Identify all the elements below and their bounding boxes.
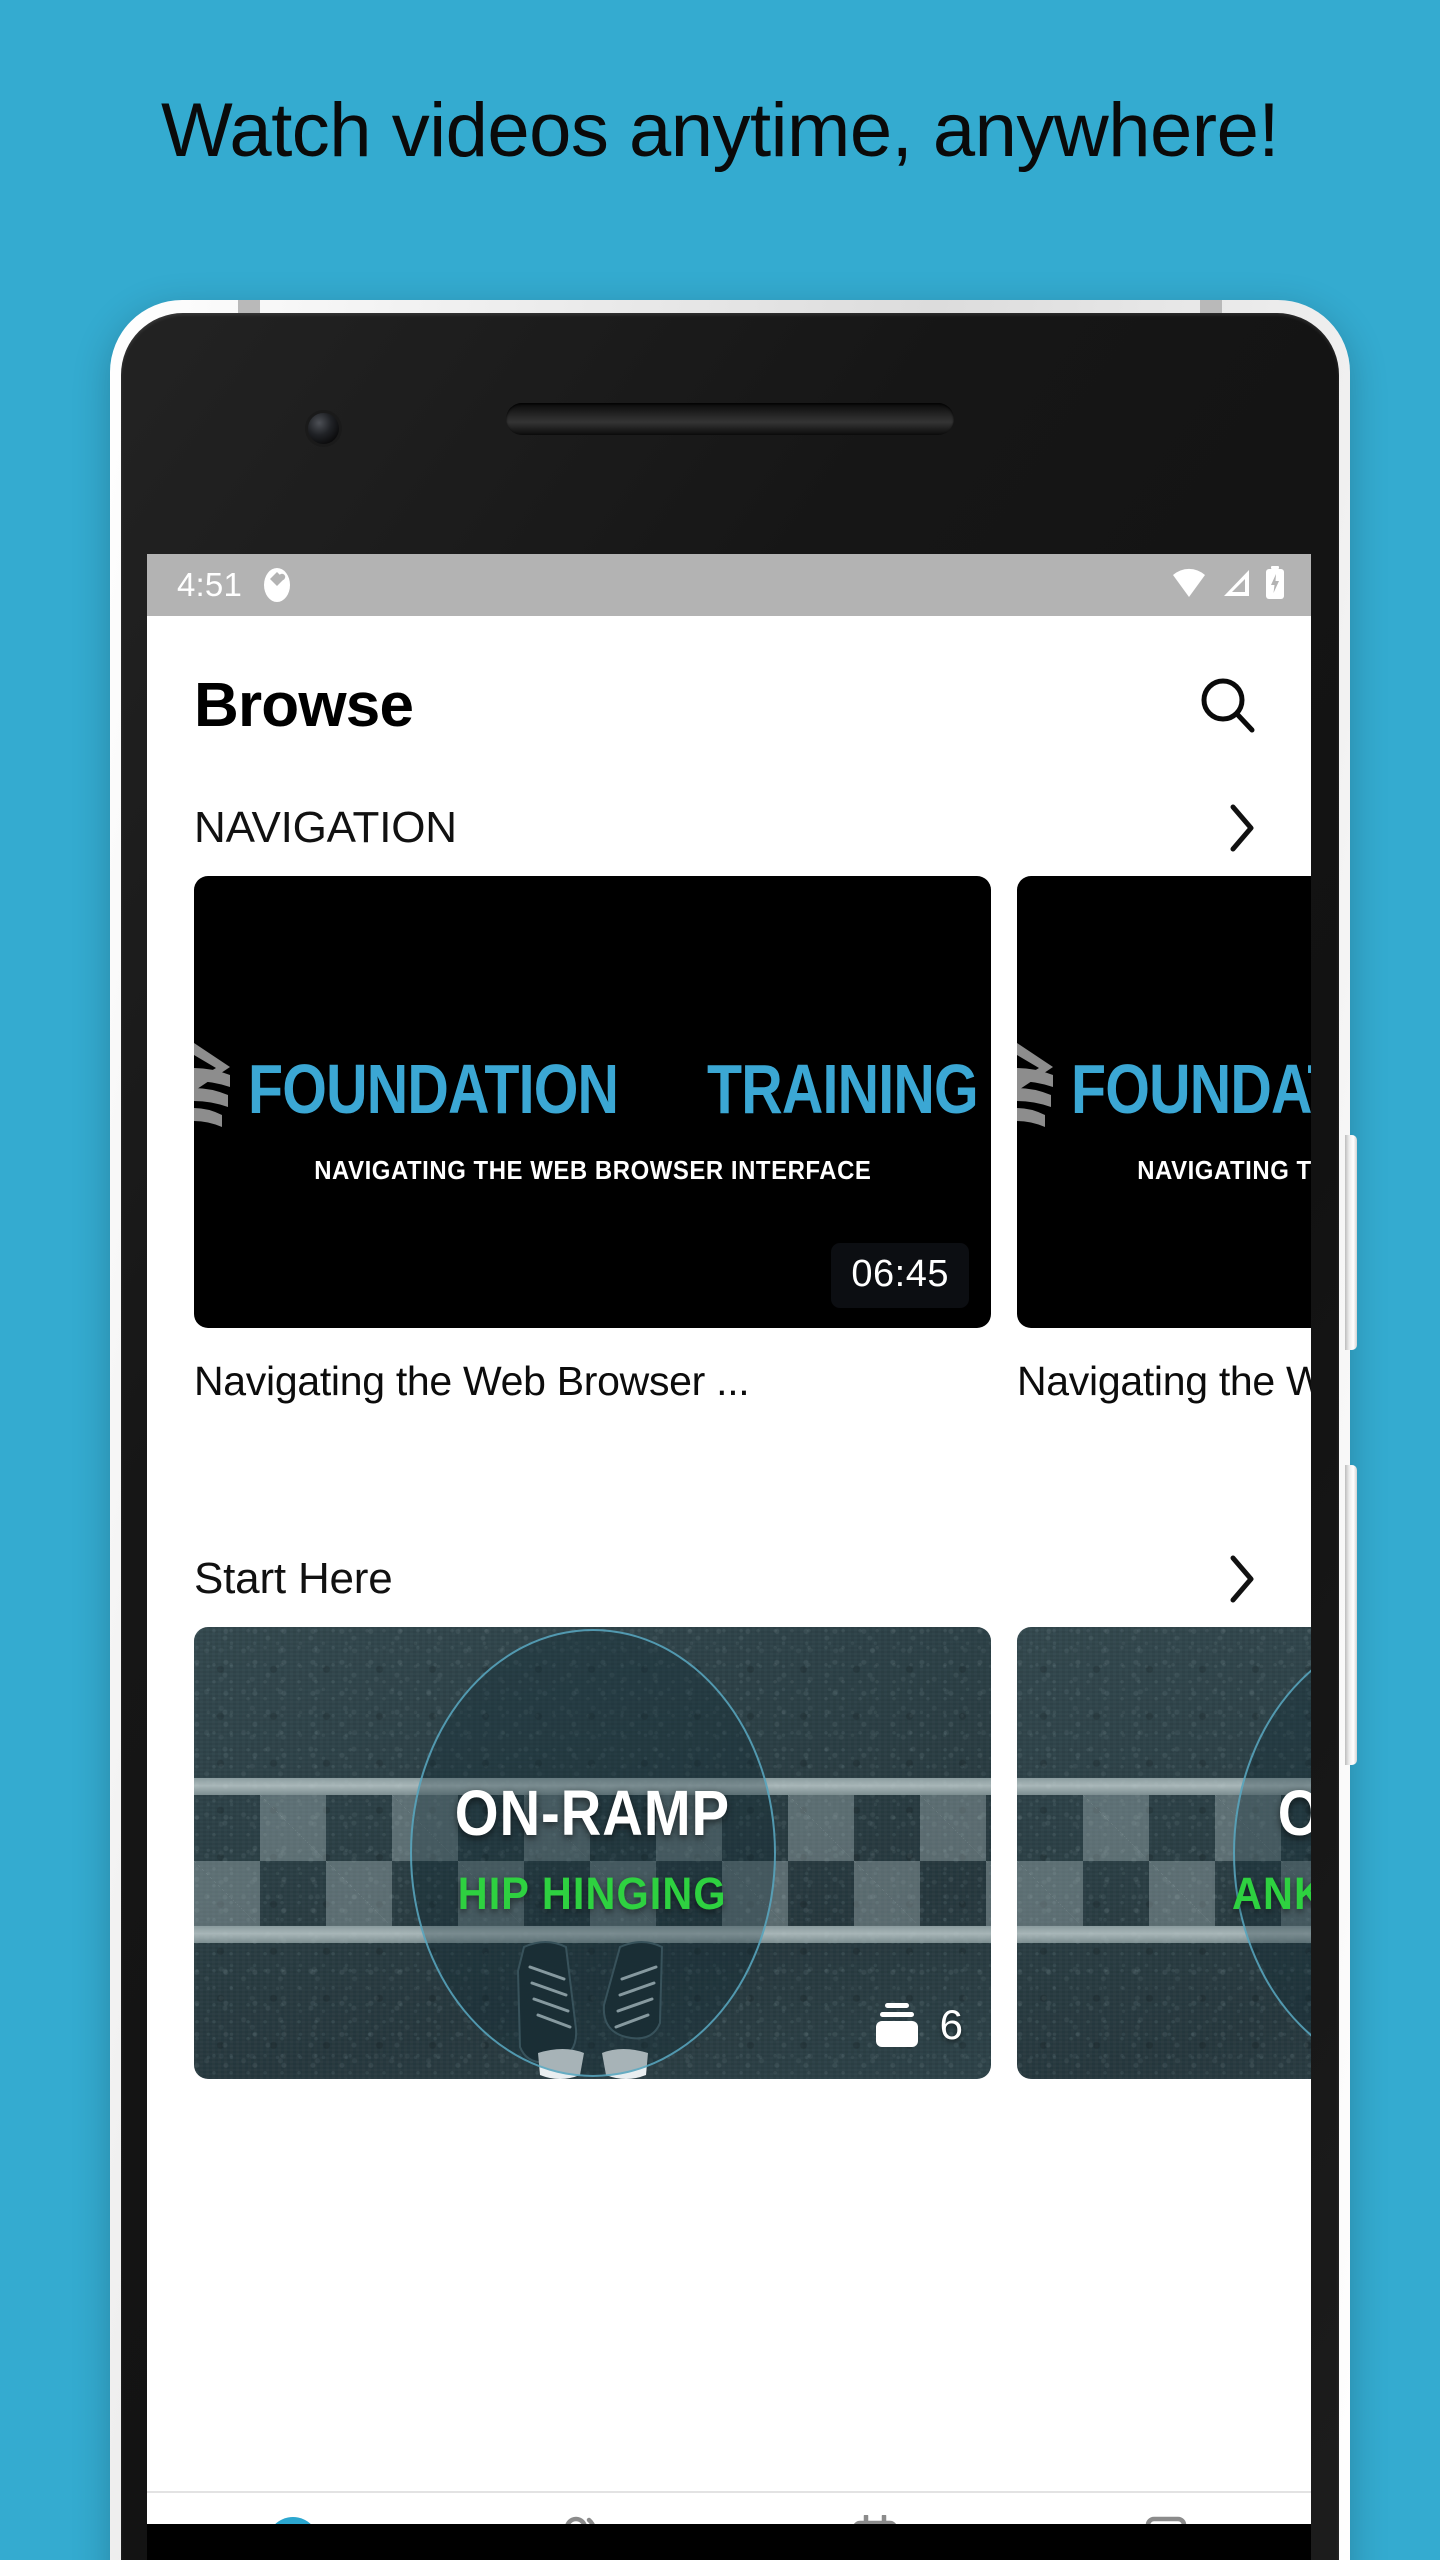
- video-card-title: Navigating the Web Browser ...: [1017, 1358, 1311, 1404]
- section-title: NAVIGATION: [194, 803, 457, 852]
- cellular-signal-icon: [1220, 568, 1252, 603]
- playlist-overlay-text: ON-RAMP ANKLE MOBILITY: [1017, 1627, 1311, 2079]
- video-card[interactable]: FOUNDATION TRAINING NAVIGATING THE WEB B…: [194, 876, 991, 1405]
- phone-screen: 4:51 Browse NAVIGATION FOUNDATION TRAINI…: [147, 554, 1311, 2560]
- carousel-navigation[interactable]: FOUNDATION TRAINING NAVIGATING THE WEB B…: [147, 876, 1311, 1405]
- battery-charging-icon: [1265, 565, 1285, 605]
- playlist-thumbnail[interactable]: ON-RAMP HIP HINGING 6: [194, 1627, 991, 2079]
- volume-button[interactable]: [1345, 1465, 1357, 1765]
- foundation-training-mark: [1017, 1042, 1053, 1127]
- video-card[interactable]: FOUNDATION TRAINING NAVIGATING THE WEB B…: [1017, 876, 1311, 1405]
- foundation-training-logo: FOUNDATION TRAINING: [194, 1037, 991, 1141]
- power-button[interactable]: [1345, 1135, 1357, 1350]
- playlist-card[interactable]: ON-RAMP HIP HINGING 6: [194, 1627, 991, 2109]
- chevron-right-icon[interactable]: [1220, 802, 1264, 854]
- playlist-overlay-subtitle: HIP HINGING: [457, 1868, 728, 1919]
- promo-background: Watch videos anytime, anywhere! 4:51 Bro…: [0, 0, 1440, 2560]
- brand-wordmark-primary: FOUNDATION: [1070, 1049, 1311, 1128]
- playlist-overlay-title: ON-RAMP: [454, 1777, 731, 1849]
- playlist-count: 6: [939, 2001, 963, 2048]
- video-thumbnail[interactable]: FOUNDATION TRAINING NAVIGATING THE WEB B…: [194, 876, 991, 1328]
- duration-badge: 06:45: [831, 1243, 969, 1308]
- search-icon[interactable]: [1192, 670, 1264, 742]
- playlist-thumbnail[interactable]: ON-RAMP ANKLE MOBILITY: [1017, 1627, 1311, 2079]
- video-thumbnail-subtitle: NAVIGATING THE WEB BROWSER INTERFACE: [313, 1154, 872, 1185]
- brand-wordmark-secondary: TRAINING: [707, 1049, 979, 1128]
- wifi-icon: [1171, 568, 1207, 603]
- video-card-title: Navigating the Web Browser ...: [194, 1358, 750, 1404]
- carousel-spacer: [147, 1405, 1311, 1523]
- phone-device-mockup: 4:51 Browse NAVIGATION FOUNDATION TRAINI…: [110, 300, 1357, 2560]
- stacked-cards-icon: [875, 2003, 918, 2047]
- foundation-training-logo: FOUNDATION TRAINING: [1017, 1037, 1311, 1141]
- chevron-right-icon[interactable]: [1220, 1553, 1264, 1605]
- page-title: Browse: [194, 671, 414, 740]
- section-header-start-here[interactable]: Start Here: [147, 1523, 1311, 1627]
- brand-wordmark-primary: FOUNDATION: [247, 1049, 619, 1128]
- foundation-training-app-icon: [260, 566, 294, 604]
- playlist-overlay-title: ON-RAMP: [1278, 1776, 1311, 1850]
- status-bar-icons: [1171, 565, 1285, 605]
- foundation-training-mark: [194, 1042, 230, 1127]
- front-camera: [308, 413, 339, 444]
- video-thumbnail-subtitle: NAVIGATING THE WEB BROWSER INTERFACE: [1136, 1154, 1311, 1185]
- video-thumbnail[interactable]: FOUNDATION TRAINING NAVIGATING THE WEB B…: [1017, 876, 1311, 1328]
- app-header: Browse: [147, 616, 1311, 772]
- playlist-overlay-subtitle: ANKLE MOBILITY: [1231, 1868, 1311, 1919]
- earpiece-speaker: [506, 403, 954, 435]
- promo-headline: Watch videos anytime, anywhere!: [161, 88, 1279, 173]
- section-header-navigation[interactable]: NAVIGATION: [147, 772, 1311, 876]
- playlist-card[interactable]: ON-RAMP ANKLE MOBILITY: [1017, 1627, 1311, 2109]
- section-title: Start Here: [194, 1554, 393, 1603]
- android-system-nav: [147, 2524, 1311, 2560]
- playlist-count-badge: 6: [869, 1997, 963, 2053]
- status-bar-time: 4:51: [177, 566, 243, 603]
- carousel-start-here[interactable]: ON-RAMP HIP HINGING 6 AN: [147, 1627, 1311, 2109]
- status-bar: 4:51: [147, 554, 1311, 616]
